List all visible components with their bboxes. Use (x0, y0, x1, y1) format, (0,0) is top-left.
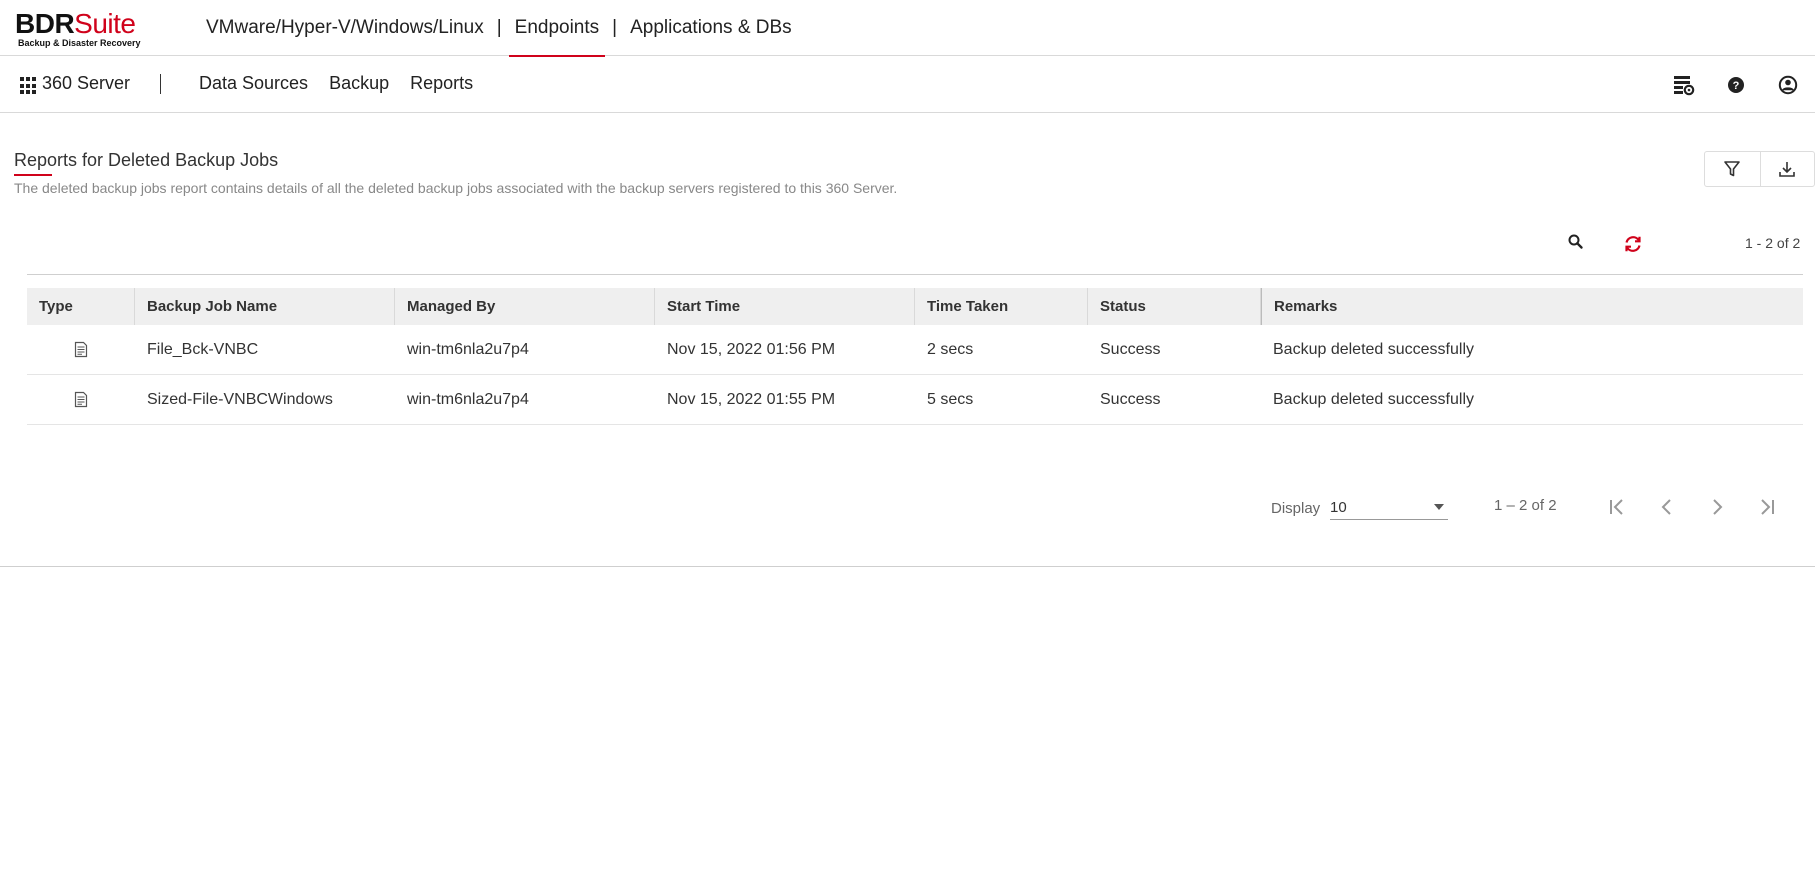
nav-separator: | (496, 17, 502, 38)
report-toolbar (1704, 151, 1815, 187)
deleted-jobs-table: Type Backup Job Name Managed By Start Ti… (27, 288, 1803, 425)
time-taken-cell: 5 secs (927, 390, 974, 408)
column-header-type[interactable]: Type (27, 288, 135, 325)
managed-by-cell: win-tm6nla2u7p4 (407, 340, 529, 358)
managed-by-cell: win-tm6nla2u7p4 (407, 390, 529, 408)
page-range: 1 – 2 of 2 (1494, 497, 1557, 514)
logo-suite: Suite (74, 8, 136, 39)
chevron-left-icon (1661, 499, 1671, 515)
filter-icon (1724, 161, 1741, 177)
divider (27, 274, 1803, 275)
user-account-icon[interactable] (1776, 73, 1800, 97)
page-description: The deleted backup jobs report contains … (14, 180, 898, 196)
server-label[interactable]: 360 Server (42, 73, 130, 94)
file-backup-icon (74, 341, 88, 358)
time-taken-cell: 2 secs (927, 340, 974, 358)
start-time-cell: Nov 15, 2022 01:56 PM (667, 340, 836, 358)
chevron-right-icon (1713, 499, 1723, 515)
nav-endpoints[interactable]: Endpoints (508, 0, 606, 57)
remarks-cell: Backup deleted successfully (1273, 340, 1474, 358)
divider (0, 566, 1815, 567)
svg-text:?: ? (1733, 80, 1740, 92)
status-cell: Success (1100, 340, 1161, 358)
nav-applications-dbs[interactable]: Applications & DBs (624, 0, 798, 56)
type-cell (27, 375, 135, 424)
page-title: Reports for Deleted Backup Jobs (14, 150, 279, 170)
settings-list-icon[interactable] (1672, 73, 1696, 97)
table-row[interactable]: File_Bck-VNBC win-tm6nla2u7p4 Nov 15, 20… (27, 325, 1803, 375)
divider (160, 74, 161, 94)
file-backup-icon (74, 391, 88, 408)
page-size-value: 10 (1330, 499, 1347, 516)
column-header-status[interactable]: Status (1088, 288, 1261, 325)
chevron-down-icon (1434, 504, 1444, 510)
next-page-button[interactable] (1704, 494, 1730, 520)
table-row[interactable]: Sized-File-VNBCWindows win-tm6nla2u7p4 N… (27, 375, 1803, 425)
previous-page-button[interactable] (1654, 494, 1680, 520)
product-nav: VMware/Hyper-V/Windows/Linux | Endpoints… (200, 0, 798, 57)
column-header-start-time[interactable]: Start Time (655, 288, 915, 325)
logo-bdr: BDR (15, 8, 75, 39)
first-page-icon (1610, 499, 1623, 515)
first-page-button[interactable] (1604, 494, 1630, 520)
status-cell: Success (1100, 390, 1161, 408)
app-grid-icon[interactable] (20, 77, 38, 95)
last-page-button[interactable] (1754, 494, 1780, 520)
logo-tagline: Backup & Disaster Recovery (18, 38, 141, 48)
job-name-cell: Sized-File-VNBCWindows (147, 390, 333, 408)
nav-separator: | (612, 17, 618, 38)
search-icon[interactable] (1566, 232, 1586, 252)
column-header-remarks[interactable]: Remarks (1261, 288, 1803, 325)
logo-wordmark: BDRSuite (15, 10, 155, 38)
top-bar: BDRSuite Backup & Disaster Recovery VMwa… (0, 0, 1815, 57)
start-time-cell: Nov 15, 2022 01:55 PM (667, 390, 836, 408)
nav-backup[interactable]: Backup (329, 73, 389, 94)
refresh-icon[interactable] (1622, 233, 1644, 255)
bdrsuite-logo[interactable]: BDRSuite Backup & Disaster Recovery (15, 10, 155, 50)
column-header-time-taken[interactable]: Time Taken (915, 288, 1088, 325)
title-accent (14, 174, 52, 176)
nav-data-sources[interactable]: Data Sources (199, 73, 308, 94)
section-nav: Data Sources Backup Reports (199, 73, 494, 94)
remarks-cell: Backup deleted successfully (1273, 390, 1474, 408)
page-size-label: Display (1271, 500, 1321, 517)
page-size-select[interactable]: 10 (1330, 498, 1448, 520)
table-header: Type Backup Job Name Managed By Start Ti… (27, 288, 1803, 325)
nav-vmware-hyperv-windows-linux[interactable]: VMware/Hyper-V/Windows/Linux (200, 0, 490, 56)
nav-reports[interactable]: Reports (410, 73, 473, 94)
secondary-nav-bar: 360 Server Data Sources Backup Reports ? (0, 56, 1815, 113)
download-button[interactable] (1759, 152, 1815, 186)
column-header-managed-by[interactable]: Managed By (395, 288, 655, 325)
column-header-backup-job-name[interactable]: Backup Job Name (135, 288, 395, 325)
download-icon (1779, 162, 1796, 177)
type-cell (27, 325, 135, 374)
record-count: 1 - 2 of 2 (1745, 235, 1801, 251)
last-page-icon (1761, 499, 1774, 515)
job-name-cell: File_Bck-VNBC (147, 340, 259, 358)
help-icon[interactable]: ? (1724, 73, 1748, 97)
filter-button[interactable] (1705, 152, 1760, 186)
